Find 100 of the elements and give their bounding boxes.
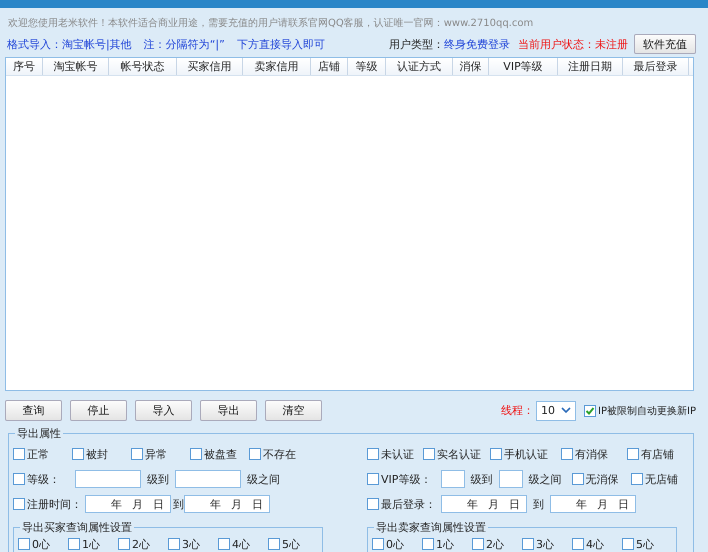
checkbox[interactable] xyxy=(522,538,534,550)
format-hint: 下方直接导入即可 xyxy=(236,36,325,52)
checkbox[interactable] xyxy=(472,538,484,550)
checkbox-label: 实名认证 xyxy=(437,446,481,462)
checkbox-label: 被盘查 xyxy=(204,446,237,462)
checkbox[interactable] xyxy=(572,473,584,485)
checkbox-label: 1心 xyxy=(82,536,100,552)
date-field[interactable]: 年 月 日 xyxy=(184,495,270,513)
user-type-value: 终身免费登录 xyxy=(444,36,510,52)
checkbox[interactable] xyxy=(631,473,644,485)
checkbox[interactable] xyxy=(13,448,25,460)
checkbox[interactable] xyxy=(627,448,639,460)
input-field[interactable] xyxy=(175,470,241,488)
checkbox[interactable] xyxy=(249,448,261,460)
checkbox-label: 无消保 xyxy=(586,472,618,486)
checkbox[interactable] xyxy=(118,538,130,550)
checkbox-label: 3心 xyxy=(536,536,554,552)
checkbox-label: 有消保 xyxy=(575,446,608,462)
notice-text: 欢迎您使用老米软件！本软件适合商业用途，需要充值的用户请联系官网QQ客服，认证唯一官网：www.2710qq.com xyxy=(7,16,534,30)
checkbox-label: 0心 xyxy=(32,536,50,552)
checkbox-label: 手机认证 xyxy=(504,446,548,462)
group-title: 导出卖家查询属性设置 xyxy=(374,520,488,535)
checkbox[interactable] xyxy=(372,538,384,550)
field-label: 级之间 xyxy=(528,472,562,486)
column-header[interactable]: 最后登录 xyxy=(623,58,689,75)
column-header[interactable]: 序号 xyxy=(6,58,43,75)
checkbox[interactable] xyxy=(168,538,180,550)
recharge-button[interactable]: 软件充值 xyxy=(634,34,696,54)
checkbox-label: 最后登录： xyxy=(381,496,437,512)
column-header[interactable]: 注册日期 xyxy=(558,58,623,75)
checkbox[interactable] xyxy=(561,448,573,460)
checkbox-label: 3心 xyxy=(182,536,200,552)
checkbox[interactable] xyxy=(190,448,202,460)
checkbox-label: 0心 xyxy=(386,536,404,552)
column-header[interactable]: 卖家信用 xyxy=(243,58,311,75)
checkbox[interactable] xyxy=(422,538,434,550)
column-header[interactable]: 帐号状态 xyxy=(109,58,177,75)
checkbox[interactable] xyxy=(13,473,25,485)
checkbox[interactable] xyxy=(572,538,584,550)
chevron-icon xyxy=(561,407,572,414)
action-button[interactable]: 停止 xyxy=(70,400,127,421)
checkbox-label: 被封 xyxy=(86,446,108,462)
date-field[interactable]: 年 月 日 xyxy=(441,495,527,513)
user-type-label: 用户类型： xyxy=(389,36,444,52)
date-field[interactable]: 年 月 日 xyxy=(550,495,636,513)
checkbox-label: 2心 xyxy=(486,536,504,552)
action-button[interactable]: 导入 xyxy=(135,400,192,421)
group-title: 导出买家查询属性设置 xyxy=(20,520,134,535)
group-title: 导出属性 xyxy=(15,426,63,441)
user-status: 当前用户状态：未注册 xyxy=(518,36,628,52)
checkbox-label: 无店铺 xyxy=(645,472,678,486)
checkbox[interactable] xyxy=(622,538,634,550)
checkbox[interactable] xyxy=(13,498,25,510)
checkbox[interactable] xyxy=(423,448,435,460)
column-header[interactable]: 等级 xyxy=(348,58,386,75)
checkbox[interactable] xyxy=(268,538,280,550)
threads-select[interactable]: 10 xyxy=(536,400,576,420)
format-hint: 格式导入：淘宝帐号|其他 xyxy=(7,36,132,52)
field-label: 到 xyxy=(533,496,544,512)
checkbox[interactable] xyxy=(72,448,84,460)
checkbox[interactable] xyxy=(18,538,30,550)
column-header[interactable]: 店铺 xyxy=(311,58,348,75)
checkbox[interactable] xyxy=(367,448,379,460)
date-field[interactable]: 年 月 日 xyxy=(85,495,171,513)
column-header[interactable]: 买家信用 xyxy=(177,58,243,75)
format-hint: 注：分隔符为“|” xyxy=(144,36,225,52)
checkbox-label: 有店铺 xyxy=(641,446,674,462)
input-field[interactable] xyxy=(75,470,141,488)
checkbox-label: 不存在 xyxy=(263,446,296,462)
action-button[interactable]: 导出 xyxy=(200,400,257,421)
column-header[interactable]: 消保 xyxy=(453,58,489,75)
checkbox[interactable] xyxy=(367,473,379,485)
action-button[interactable]: 查询 xyxy=(5,400,62,421)
input-field[interactable] xyxy=(440,470,465,488)
threads-label: 线程： xyxy=(501,403,534,418)
checkbox-label: 未认证 xyxy=(381,446,414,462)
checkbox-label: 1心 xyxy=(436,536,454,552)
checkbox-label: 5心 xyxy=(636,536,654,552)
checkbox[interactable] xyxy=(367,498,379,510)
checkbox-label: VIP等级： xyxy=(381,472,432,486)
checkbox[interactable] xyxy=(131,448,143,460)
checkbox-label: 2心 xyxy=(132,536,150,552)
checkbox-label: 5心 xyxy=(282,536,300,552)
checkbox[interactable] xyxy=(218,538,230,550)
checkbox[interactable] xyxy=(68,538,80,550)
checkbox-label: 等级： xyxy=(27,472,61,486)
input-field[interactable] xyxy=(498,470,522,488)
column-header[interactable]: 认证方式 xyxy=(386,58,453,75)
field-label: 级到 xyxy=(147,472,169,486)
checkbox-label: 正常 xyxy=(27,446,49,462)
ip-checkbox[interactable] xyxy=(584,404,596,416)
checkbox-label: 4心 xyxy=(232,536,250,552)
field-label: 级到 xyxy=(470,472,493,486)
field-label: 级之间 xyxy=(247,472,280,486)
column-header[interactable]: VIP等级 xyxy=(489,58,558,75)
checkbox[interactable] xyxy=(490,448,502,460)
action-button[interactable]: 清空 xyxy=(265,400,322,421)
checkbox-label: 异常 xyxy=(145,446,167,462)
field-label: 到 xyxy=(173,496,184,512)
column-header[interactable]: 淘宝帐号 xyxy=(43,58,109,75)
